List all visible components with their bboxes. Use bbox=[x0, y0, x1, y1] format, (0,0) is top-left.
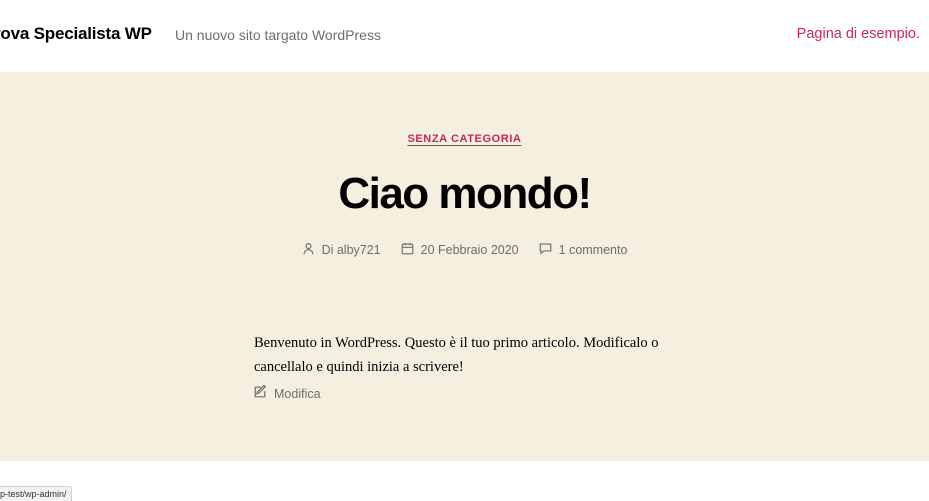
category-link[interactable]: SENZA CATEGORIA bbox=[407, 133, 521, 145]
post-category: SENZA CATEGORIA bbox=[0, 129, 929, 147]
post-entry: SENZA CATEGORIA Ciao mondo! Di alby721 2… bbox=[0, 72, 929, 461]
nav-link-sample-page[interactable]: Pagina di esempio. bbox=[797, 26, 920, 42]
post-date-label: 20 Febbraio 2020 bbox=[420, 243, 519, 257]
comment-icon bbox=[539, 242, 552, 258]
post-content: Benvenuto in WordPress. Questo è il tuo … bbox=[254, 334, 659, 375]
site-header: rova Specialista WP Un nuovo sito targat… bbox=[0, 0, 929, 72]
post-date[interactable]: 20 Febbraio 2020 bbox=[401, 242, 519, 258]
post-comments-label: 1 commento bbox=[558, 243, 628, 257]
user-icon bbox=[302, 242, 315, 258]
edit-icon bbox=[253, 384, 267, 402]
post-author[interactable]: Di alby721 bbox=[302, 242, 381, 258]
post-comments[interactable]: 1 commento bbox=[539, 242, 628, 258]
post-meta: Di alby721 20 Febbraio 2020 1 commento bbox=[0, 242, 929, 258]
post-title: Ciao mondo! bbox=[338, 169, 592, 218]
browser-status-bar-url: p-test/wp-admin/ bbox=[0, 486, 72, 501]
edit-post-link[interactable]: Modifica bbox=[253, 384, 321, 402]
site-title[interactable]: rova Specialista WP bbox=[0, 24, 152, 44]
edit-label: Modifica bbox=[274, 386, 321, 401]
site-description: Un nuovo sito targato WordPress bbox=[175, 27, 381, 43]
post-author-label: Di alby721 bbox=[321, 243, 381, 257]
calendar-icon bbox=[401, 242, 414, 258]
